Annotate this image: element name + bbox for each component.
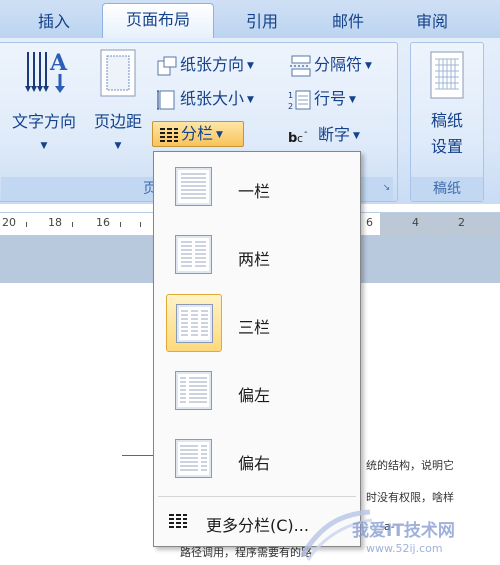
columns-option-right[interactable]: 偏右 [158, 428, 356, 492]
three-columns-icon [166, 294, 222, 352]
chevron-down-icon: ▼ [247, 60, 254, 71]
chevron-down-icon: ▼ [365, 60, 372, 71]
chevron-down-icon: ▼ [114, 141, 122, 151]
page-size-icon [157, 90, 175, 109]
tab-review[interactable]: 审阅 [396, 8, 468, 38]
breaks-icon [290, 55, 311, 76]
ruler-tick [26, 222, 27, 227]
chevron-down-icon: ▼ [353, 130, 360, 141]
columns-option-label: 一栏 [238, 182, 271, 201]
columns-icon [160, 127, 178, 142]
manuscript-caption: 稿纸 [411, 177, 483, 201]
site-watermark-logo: 我爱IT技术网 www.52ij.com [299, 506, 500, 561]
ruler-number: 6 [366, 216, 373, 229]
menu-separator [158, 496, 356, 497]
orientation-label: 纸张方向 [180, 55, 245, 74]
tab-references[interactable]: 引用 [226, 8, 298, 38]
chevron-down-icon: ▼ [247, 94, 254, 105]
ruler-number: 16 [96, 216, 110, 229]
line-numbers-label: 行号 [314, 89, 347, 108]
line-numbers-button[interactable]: 1 2 行号 ▼ [288, 86, 356, 112]
ruler-number: 18 [48, 216, 62, 229]
document-text-line: 时没有权限，啥样 [366, 491, 454, 504]
ruler-number: 20 [2, 216, 16, 229]
columns-option-label: 两栏 [238, 250, 271, 269]
text-direction-label: 文字方向 [11, 112, 76, 131]
one-column-icon [166, 158, 222, 216]
margins-icon [100, 49, 136, 97]
chevron-down-icon: ▼ [216, 129, 223, 140]
columns-option-label: 偏右 [238, 454, 271, 473]
breaks-label: 分隔符 [314, 55, 363, 74]
watermark-text: 我爱IT技术网 [352, 520, 455, 541]
ruler-margin-area [380, 213, 500, 235]
tab-mailings[interactable]: 邮件 [312, 8, 384, 38]
orientation-button[interactable]: 纸张方向 ▼ [156, 52, 254, 78]
chevron-down-icon: ▼ [40, 141, 48, 151]
more-columns-label: 更多分栏(C)... [206, 516, 309, 535]
columns-option-three[interactable]: 三栏 [158, 292, 356, 356]
columns-icon [169, 514, 187, 528]
text-direction-icon: A [25, 50, 68, 93]
text-direction-button[interactable]: A 文字方向 ▼ [4, 48, 84, 152]
breaks-button[interactable]: 分隔符 ▼ [288, 52, 372, 78]
svg-text:1: 1 [288, 91, 293, 100]
manuscript-label-line1: 稿纸 [430, 111, 463, 130]
columns-button[interactable]: 分栏 ▼ [152, 121, 244, 147]
columns-label: 分栏 [181, 124, 214, 143]
margin-marker [122, 455, 154, 456]
manuscript-label-line2: 设置 [430, 137, 463, 156]
manuscript-group: 稿纸 设置 稿纸 [410, 42, 484, 202]
page-setup-launcher-icon[interactable]: ↘ [381, 183, 392, 194]
ruler-tick [140, 222, 141, 227]
page-size-label: 纸张大小 [180, 89, 245, 108]
ruler-tick [120, 222, 121, 227]
hyphenation-button[interactable]: b c - 断字 ▼ [288, 122, 360, 148]
manuscript-settings-button[interactable]: 稿纸 设置 [414, 51, 480, 157]
ruler-tick [72, 222, 73, 227]
svg-text:b: b [288, 131, 297, 146]
columns-option-two[interactable]: 两栏 [158, 224, 356, 288]
two-columns-icon [166, 226, 222, 284]
columns-option-label: 偏左 [238, 386, 271, 405]
line-numbers-icon: 1 2 [288, 90, 311, 111]
columns-option-left[interactable]: 偏左 [158, 360, 356, 424]
page-size-button[interactable]: 纸张大小 ▼ [156, 86, 254, 112]
ribbon-tab-bar: 插入 页面布局 引用 邮件 审阅 [0, 0, 500, 39]
svg-text:A: A [49, 50, 68, 76]
right-column-icon [166, 430, 222, 488]
tab-page-layout[interactable]: 页面布局 [102, 3, 214, 39]
margins-button[interactable]: 页边距 ▼ [86, 48, 150, 152]
ruler-number: 2 [458, 216, 465, 229]
svg-text:c: c [297, 132, 303, 145]
margins-label: 页边距 [93, 112, 142, 131]
hyphenation-label: 断字 [318, 125, 351, 144]
watermark-url: www.52ij.com [366, 542, 443, 555]
columns-dropdown-menu: 一栏 两栏 三栏 偏左 偏右 更多分栏(C)... [153, 151, 361, 547]
hyphenation-icon: b c - [288, 127, 308, 146]
svg-text:-: - [304, 127, 308, 138]
manuscript-icon [430, 51, 464, 99]
ruler-number: 4 [412, 216, 419, 229]
orientation-icon [157, 56, 177, 75]
tab-insert[interactable]: 插入 [18, 8, 90, 38]
left-column-icon [166, 362, 222, 420]
columns-option-one[interactable]: 一栏 [158, 156, 356, 220]
columns-option-label: 三栏 [238, 318, 271, 337]
chevron-down-icon: ▼ [349, 94, 356, 105]
svg-text:2: 2 [288, 102, 293, 111]
document-text-line: 统的结构，说明它 [366, 459, 454, 472]
